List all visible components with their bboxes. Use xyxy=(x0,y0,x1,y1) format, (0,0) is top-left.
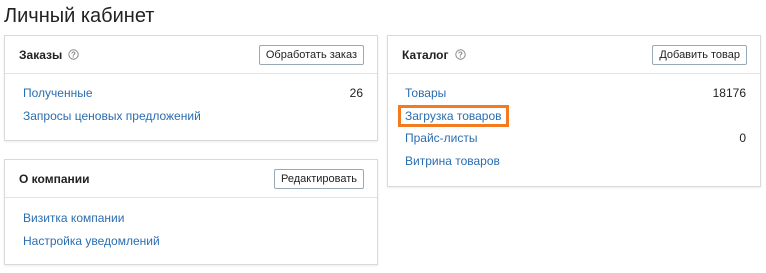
list-item: Товары 18176 xyxy=(405,82,746,105)
list-item: Витрина товаров xyxy=(405,150,746,173)
add-product-button[interactable]: Добавить товар xyxy=(652,44,747,65)
orders-received-count: 26 xyxy=(349,86,363,101)
products-link[interactable]: Товары xyxy=(405,86,446,100)
notification-settings-link[interactable]: Настройка уведомлений xyxy=(23,234,160,248)
price-requests-link[interactable]: Запросы ценовых предложений xyxy=(23,109,201,123)
price-lists-count: 0 xyxy=(739,131,746,146)
edit-company-button[interactable]: Редактировать xyxy=(274,168,364,189)
svg-text:?: ? xyxy=(71,50,76,59)
orders-title-wrap: Заказы ? xyxy=(19,48,79,62)
company-list: Визитка компании Настройка уведомлений xyxy=(5,198,377,252)
catalog-list: Товары 18176 Загрузка товаров Прайс-лист… xyxy=(388,74,760,172)
product-showcase-link[interactable]: Витрина товаров xyxy=(405,154,500,168)
orders-panel: Заказы ? Обработать заказ Полученные 26 … xyxy=(4,35,378,141)
catalog-title: Каталог xyxy=(402,47,449,62)
company-panel-header: О компании Редактировать xyxy=(5,160,377,198)
products-count: 18176 xyxy=(712,86,746,101)
company-panel: О компании Редактировать Визитка компани… xyxy=(4,159,378,265)
orders-received-link[interactable]: Полученные xyxy=(23,86,93,100)
orders-list: Полученные 26 Запросы ценовых предложени… xyxy=(5,74,377,127)
question-circle-icon[interactable]: ? xyxy=(454,49,466,60)
list-item: Запросы ценовых предложений xyxy=(23,105,363,128)
question-circle-icon[interactable]: ? xyxy=(68,49,79,60)
upload-products-link[interactable]: Загрузка товаров xyxy=(398,104,509,127)
catalog-title-wrap: Каталог ? xyxy=(402,48,466,62)
company-title: О компании xyxy=(19,171,90,186)
list-item: Визитка компании xyxy=(23,207,363,230)
list-item: Прайс-листы 0 xyxy=(405,127,746,150)
orders-title: Заказы xyxy=(19,47,63,62)
list-item: Настройка уведомлений xyxy=(23,230,363,253)
list-item: Полученные 26 xyxy=(23,82,363,105)
process-order-button[interactable]: Обработать заказ xyxy=(258,44,364,65)
orders-panel-header: Заказы ? Обработать заказ xyxy=(5,36,377,74)
company-card-link[interactable]: Визитка компании xyxy=(23,211,124,225)
svg-text:?: ? xyxy=(458,50,463,59)
catalog-panel-header: Каталог ? Добавить товар xyxy=(388,36,760,74)
price-lists-link[interactable]: Прайс-листы xyxy=(405,131,478,145)
list-item: Загрузка товаров xyxy=(398,104,746,128)
page-title: Личный кабинет xyxy=(4,5,155,27)
catalog-panel: Каталог ? Добавить товар Товары 18176 За… xyxy=(387,35,761,187)
